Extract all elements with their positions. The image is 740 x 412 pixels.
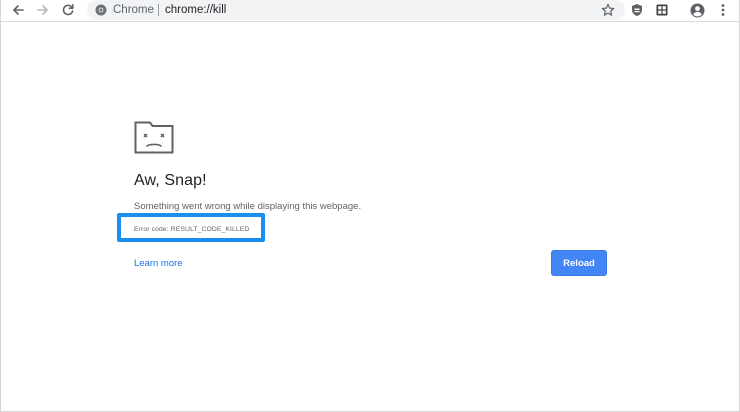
star-icon[interactable] (601, 3, 615, 17)
back-button[interactable] (9, 1, 27, 19)
browser-toolbar: Chrome chrome://kill (1, 0, 739, 22)
menu-button[interactable] (715, 2, 731, 18)
reload-button[interactable]: Reload (551, 250, 607, 276)
omnibox-divider (158, 4, 159, 16)
shield-extension-icon (632, 4, 642, 16)
arrow-right-icon (37, 5, 48, 15)
error-message: Something went wrong while displaying th… (134, 201, 362, 212)
page-title: Aw, Snap! (134, 172, 207, 189)
grid-extension-icon (656, 4, 668, 16)
shield-extension-button[interactable] (629, 2, 645, 18)
refresh-icon (62, 4, 74, 16)
sad-tab-icon (134, 121, 174, 154)
site-chip-label: Chrome (113, 4, 154, 16)
error-page: Aw, Snap! Something went wrong while dis… (1, 22, 739, 411)
forward-button[interactable] (34, 1, 52, 19)
address-bar[interactable]: Chrome chrome://kill (87, 0, 625, 20)
browser-window: Chrome chrome://kill Aw, Snap! Something… (0, 0, 740, 412)
reload-page-button[interactable] (59, 1, 77, 19)
error-code: Error code: RESULT_CODE_KILLED (134, 226, 250, 233)
learn-more-link[interactable]: Learn more (134, 258, 183, 270)
account-circle-icon (690, 3, 704, 17)
grid-extension-button[interactable] (654, 2, 670, 18)
profile-button[interactable] (689, 2, 705, 18)
url-text[interactable]: chrome://kill (165, 3, 226, 17)
chrome-icon (95, 4, 107, 16)
vertical-dots-icon (721, 4, 725, 16)
arrow-left-icon (13, 5, 24, 15)
